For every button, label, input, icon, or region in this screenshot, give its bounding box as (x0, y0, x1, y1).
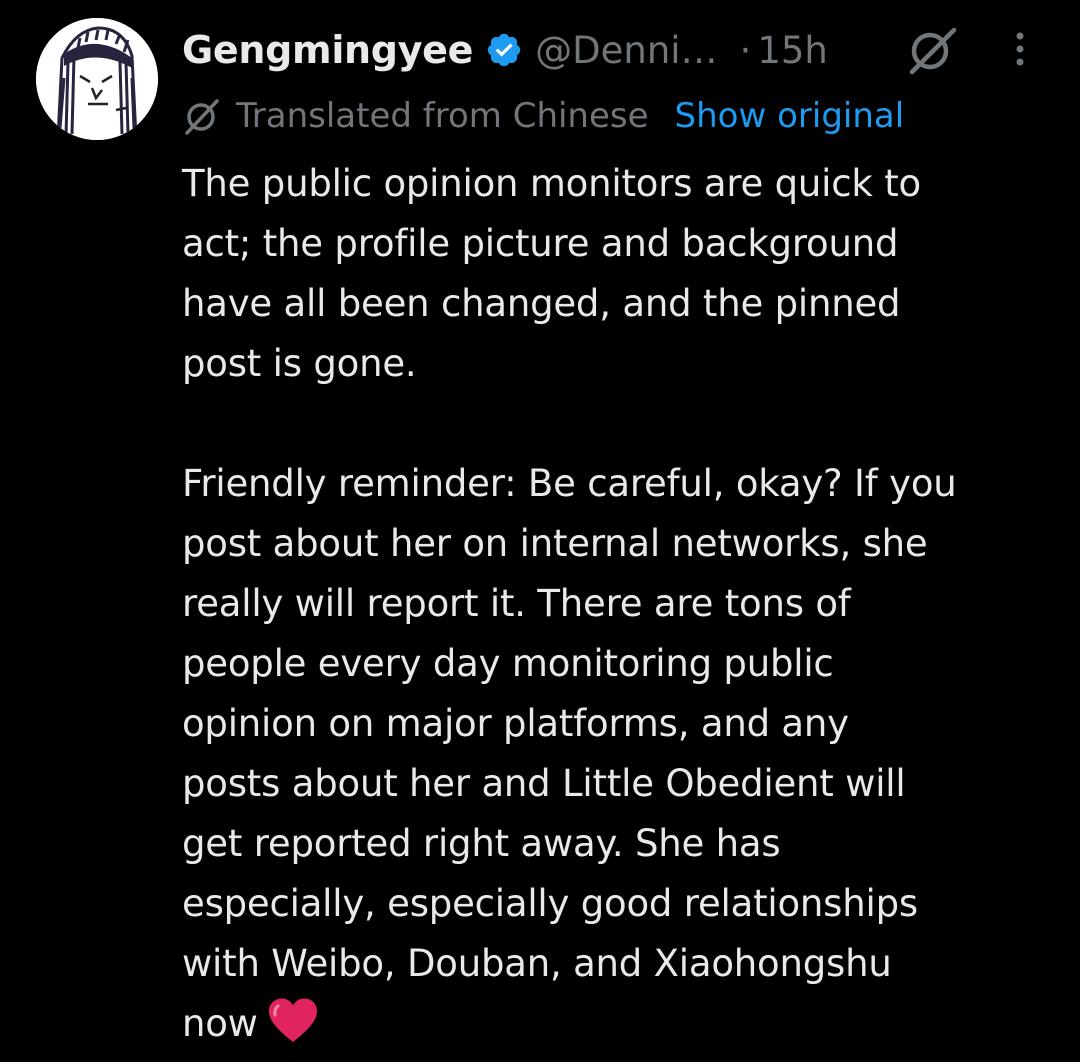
post-text-line: with Weibo, Douban, and Xiaohongshu (182, 942, 892, 985)
grok-icon[interactable] (904, 24, 960, 76)
more-options-icon[interactable] (1000, 24, 1040, 76)
avatar[interactable] (36, 18, 158, 140)
post-text-line: especially, especially good relationship… (182, 882, 918, 925)
post-text-line: really will report it. There are tons of (182, 582, 851, 625)
post-text-line: have all been changed, and the pinned (182, 282, 901, 325)
post-text-line: post about her on internal networks, she (182, 522, 928, 565)
translation-notice: Translated from Chinese Show original (182, 90, 904, 142)
author-display-name[interactable]: Gengmingyee (182, 28, 473, 72)
red-heart-emoji-icon (268, 998, 318, 1044)
translate-icon (182, 96, 222, 136)
post-text-line: Friendly reminder: Be careful, okay? If … (182, 462, 957, 505)
post-timestamp[interactable]: 15h (757, 29, 828, 72)
hand-drawn-face-avatar (36, 18, 158, 140)
post-text-line: posts about her and Little Obedient will (182, 762, 906, 805)
post-text-line: The public opinion monitors are quick to (182, 162, 921, 205)
post-text-line: get reported right away. She has (182, 822, 781, 865)
translated-from-label: Translated from Chinese (236, 96, 649, 136)
paragraph-break (182, 394, 1052, 454)
show-original-link[interactable]: Show original (675, 96, 905, 136)
post-text-line: people every day monitoring public (182, 642, 834, 685)
verified-badge-icon (485, 31, 523, 69)
separator-dot: · (739, 28, 752, 72)
post-text-line: post is gone. (182, 342, 417, 385)
post-text-line: act; the profile picture and background (182, 222, 899, 265)
author-handle[interactable]: @Denni… (535, 29, 717, 72)
post-text-word: now (182, 1002, 258, 1045)
post-text-last-line: now (182, 994, 1052, 1054)
post-text: The public opinion monitors are quick to… (182, 154, 1052, 1054)
post-text-line: opinion on major platforms, and any (182, 702, 849, 745)
